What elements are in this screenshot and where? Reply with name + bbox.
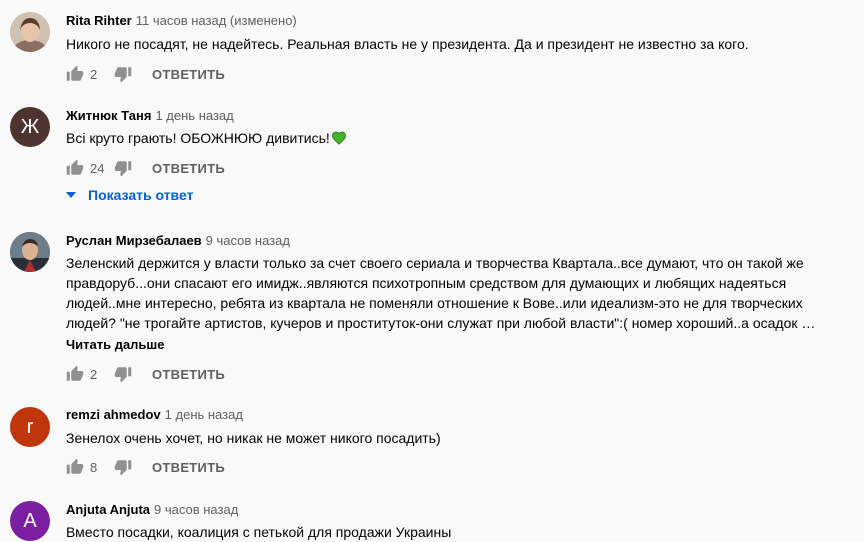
avatar[interactable]: r: [10, 407, 50, 447]
read-more-button[interactable]: Читать дальше: [66, 337, 165, 352]
comment-actions: 2 ОТВЕТИТЬ: [66, 364, 225, 384]
comment-text-line: правдоруб...они спасают его имидж..являю…: [66, 275, 787, 291]
avatar[interactable]: A: [10, 501, 50, 541]
comment-text: Всі круто грають! ОБОЖНЮЮ дивитись!: [66, 130, 330, 146]
comment: r remzi ahmedov 1 день назад Зенелох очен…: [0, 395, 864, 490]
reply-button[interactable]: ОТВЕТИТЬ: [152, 367, 225, 382]
avatar-letter: r: [26, 415, 34, 438]
thumbs-down-icon[interactable]: [114, 458, 132, 476]
show-replies-label: Показать ответ: [88, 187, 194, 203]
caret-down-icon: [66, 192, 76, 198]
green-heart-emoji-icon: [331, 130, 347, 146]
show-replies-button[interactable]: Показать ответ: [66, 187, 193, 203]
thumbs-up-icon[interactable]: [66, 365, 84, 383]
like-count: 2: [90, 66, 98, 82]
thumbs-down-icon[interactable]: [114, 365, 132, 383]
comment-header: Anjuta Anjuta 9 часов назад: [66, 502, 238, 517]
author-name[interactable]: Rita Rihter: [66, 13, 132, 28]
thumbs-up-icon[interactable]: [66, 65, 84, 83]
timestamp[interactable]: 1 день назад: [155, 108, 233, 123]
timestamp[interactable]: 11 часов назад (изменено): [136, 13, 297, 28]
comment-header: remzi ahmedov 1 день назад: [66, 407, 243, 422]
comment-text-line: Зеленский держится у власти только за сч…: [66, 255, 804, 271]
avatar-letter: A: [23, 509, 37, 532]
reply-button[interactable]: ОТВЕТИТЬ: [152, 67, 225, 82]
reply-button[interactable]: ОТВЕТИТЬ: [152, 460, 225, 475]
thumbs-down-icon[interactable]: [114, 65, 132, 83]
reply-button[interactable]: ОТВЕТИТЬ: [152, 161, 225, 176]
avatar-letter: Ж: [20, 115, 40, 138]
timestamp[interactable]: 9 часов назад: [206, 233, 290, 248]
comment-text: Зеленский держится у власти только за сч…: [66, 253, 836, 333]
timestamp[interactable]: 9 часов назад: [154, 502, 238, 517]
like-count: 8: [90, 459, 98, 475]
thumbs-down-icon[interactable]: [114, 159, 132, 177]
comment-text-row: Всі круто грають! ОБОЖНЮЮ дивитись!: [66, 128, 836, 148]
thumbs-up-icon[interactable]: [66, 159, 84, 177]
comment-header: Житнюк Таня 1 день назад: [66, 108, 234, 123]
comment: Ж Житнюк Таня 1 день назад Всі круто граю…: [0, 95, 864, 220]
comment: Руслан Мирзебалаев 9 часов назад Зеленски…: [0, 220, 864, 395]
comment-text-line: людей? "не трогайте артистов, кучеров и …: [66, 315, 816, 331]
comment-actions: 8 ОТВЕТИТЬ: [66, 457, 225, 477]
comment: A Anjuta Anjuta 9 часов назад Вместо поса…: [0, 490, 864, 541]
author-name[interactable]: Anjuta Anjuta: [66, 502, 150, 517]
timestamp[interactable]: 1 день назад: [165, 407, 243, 422]
comment: Rita Rihter 11 часов назад (изменено) Ник…: [0, 0, 864, 95]
like-count: 24: [90, 160, 105, 176]
avatar[interactable]: [10, 232, 50, 272]
comment-header: Руслан Мирзебалаев 9 часов назад: [66, 233, 290, 248]
author-name[interactable]: Руслан Мирзебалаев: [66, 233, 202, 248]
thumbs-up-icon[interactable]: [66, 458, 84, 476]
comment-header: Rita Rihter 11 часов назад (изменено): [66, 13, 297, 28]
comment-text: Никого не посадят, не надейтесь. Реальна…: [66, 36, 749, 52]
comment-actions: 2 ОТВЕТИТЬ: [66, 64, 225, 84]
like-count: 2: [90, 366, 98, 382]
author-name[interactable]: remzi ahmedov: [66, 407, 161, 422]
avatar[interactable]: Ж: [10, 107, 50, 147]
comment-text-line: людей..мне интересно, ребята из квартала…: [66, 295, 803, 311]
author-name[interactable]: Житнюк Таня: [66, 108, 151, 123]
comment-actions: 24 ОТВЕТИТЬ: [66, 158, 225, 178]
comment-text: Зенелох очень хочет, но никак не может н…: [66, 430, 441, 446]
comment-text: Вместо посадки, коалиция с петькой для п…: [66, 524, 452, 540]
avatar[interactable]: [10, 12, 50, 52]
